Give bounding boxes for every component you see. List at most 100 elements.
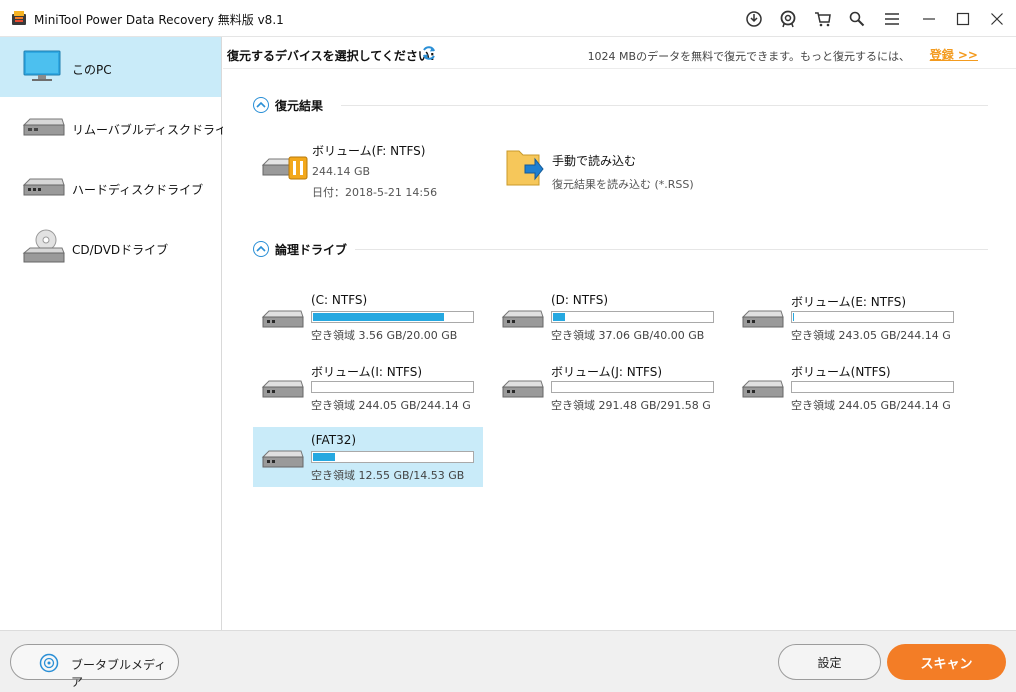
drive-usage-bar <box>311 381 474 393</box>
logical-drive-tile[interactable]: ボリューム(E: NTFS) 空き領域 243.05 GB/244.14 G <box>733 287 963 347</box>
drive-name: ボリューム(I: NTFS) <box>311 365 423 379</box>
drive-usage-bar <box>311 451 474 463</box>
drive-name: ボリューム(J: NTFS) <box>551 365 663 379</box>
logical-drive-tile[interactable]: ボリューム(J: NTFS) 空き領域 291.48 GB/291.58 G <box>493 357 723 417</box>
app-logo-icon <box>12 11 26 25</box>
update-icon <box>746 11 762 27</box>
minimize-button[interactable] <box>918 8 940 30</box>
logical-drive-tile[interactable]: (FAT32) 空き領域 12.55 GB/14.53 GB <box>253 427 483 487</box>
select-device-label: 復元するデバイスを選択してください: <box>227 49 435 63</box>
scan-button[interactable]: スキャン <box>887 644 1006 680</box>
bootable-media-label: ブータブルメディア <box>71 658 167 689</box>
manual-load-item[interactable]: 手動で読み込む 復元結果を読み込む (*.RSS) <box>503 141 733 205</box>
search-icon <box>849 11 865 27</box>
help-icon <box>780 10 796 28</box>
manual-load-desc: 復元結果を読み込む (*.RSS) <box>552 178 694 191</box>
section-title: 論理ドライブ <box>275 242 348 257</box>
drive-free-space: 空き領域 37.06 GB/40.00 GB <box>551 329 705 342</box>
drive-usage-bar <box>551 381 714 393</box>
logical-drive-tile[interactable]: ボリューム(NTFS) 空き領域 244.05 GB/244.14 G <box>733 357 963 417</box>
drive-name: (C: NTFS) <box>311 293 368 307</box>
manual-load-title: 手動で読み込む <box>552 154 637 168</box>
section-divider <box>341 105 988 106</box>
bottom-bar: ブータブルメディア 設定 スキャン <box>0 630 1016 692</box>
drive-name: ボリューム(NTFS) <box>791 365 891 379</box>
hard-disk-icon <box>741 380 784 398</box>
drive-free-space: 空き領域 243.05 GB/244.14 G <box>791 329 951 342</box>
window-title: MiniTool Power Data Recovery 無料版 v8.1 <box>34 13 284 27</box>
main-panel: 復元するデバイスを選択してください: 1024 MBのデータを無料で復元できます… <box>223 37 1016 630</box>
drive-usage-bar <box>551 311 714 323</box>
bootable-media-button[interactable]: ブータブルメディア <box>10 644 179 689</box>
minimize-icon <box>923 18 935 20</box>
pc-monitor-icon <box>23 50 61 81</box>
sidebar-item-label: ハードディスクドライブ <box>72 183 204 197</box>
maximize-button[interactable] <box>952 8 974 30</box>
cd-dvd-drive-icon <box>22 229 65 263</box>
menu-button[interactable] <box>881 8 903 30</box>
recovery-result-item[interactable]: ボリューム(F: NTFS) 244.14 GB 日付：2018-5-21 14… <box>253 133 473 199</box>
drive-name: (D: NTFS) <box>551 293 609 307</box>
disc-icon <box>39 653 59 673</box>
close-button[interactable] <box>986 8 1008 30</box>
close-icon <box>991 13 1003 25</box>
drive-free-space: 空き領域 244.05 GB/244.14 G <box>791 399 951 412</box>
drive-name: (FAT32) <box>311 433 357 447</box>
refresh-icon[interactable] <box>421 45 437 61</box>
sidebar-item-removable[interactable]: リムーバブルディスクドライブ <box>0 97 239 157</box>
drive-usage-fill <box>313 313 444 321</box>
result-name: ボリューム(F: NTFS) <box>312 144 426 158</box>
collapse-logical-drives-icon[interactable] <box>253 241 269 257</box>
result-date: 日付：2018-5-21 14:56 <box>312 186 438 199</box>
drive-usage-fill <box>793 313 794 321</box>
cart-button[interactable] <box>812 8 834 30</box>
promo-text: 1024 MBのデータを無料で復元できます。もっと復元するには、 <box>587 50 910 63</box>
sidebar-item-this-pc[interactable]: このPC <box>0 37 221 97</box>
drive-usage-bar <box>791 381 954 393</box>
drive-free-space: 空き領域 244.05 GB/244.14 G <box>311 399 471 412</box>
maximize-icon <box>956 12 970 26</box>
hard-disk-icon <box>22 178 65 196</box>
menu-icon <box>885 13 899 25</box>
drive-name: ボリューム(E: NTFS) <box>791 295 907 309</box>
result-size: 244.14 GB <box>312 165 371 178</box>
drive-usage-bar <box>791 311 954 323</box>
cart-icon <box>815 12 831 27</box>
hard-disk-icon <box>261 310 304 328</box>
search-button[interactable] <box>846 8 868 30</box>
hard-disk-icon <box>261 450 304 468</box>
title-bar: MiniTool Power Data Recovery 無料版 v8.1 <box>0 0 1016 37</box>
sidebar-item-label: このPC <box>72 63 112 77</box>
help-button[interactable] <box>777 8 799 30</box>
logical-drive-tile[interactable]: (C: NTFS) 空き領域 3.56 GB/20.00 GB <box>253 287 483 347</box>
register-link[interactable]: 登録 >> <box>930 46 978 63</box>
drive-free-space: 空き領域 291.48 GB/291.58 G <box>551 399 711 412</box>
hard-disk-icon <box>501 380 544 398</box>
recovery-results-header: 復元結果 <box>253 95 323 115</box>
drive-usage-fill <box>553 313 565 321</box>
folder-load-icon <box>506 150 544 186</box>
collapse-recovery-results-icon[interactable] <box>253 97 269 113</box>
sidebar-item-label: CD/DVDドライブ <box>72 243 169 257</box>
update-button[interactable] <box>743 8 765 30</box>
hard-disk-icon <box>261 380 304 398</box>
device-select-header: 復元するデバイスを選択してください: 1024 MBのデータを無料で復元できます… <box>223 37 1016 69</box>
drive-with-pause-icon <box>261 156 308 180</box>
hard-disk-icon <box>741 310 784 328</box>
drive-free-space: 空き領域 3.56 GB/20.00 GB <box>311 329 458 342</box>
drive-usage-bar <box>311 311 474 323</box>
sidebar-item-cd-dvd[interactable]: CD/DVDドライブ <box>0 217 221 277</box>
drive-usage-fill <box>313 453 335 461</box>
settings-button[interactable]: 設定 <box>778 644 881 680</box>
sidebar-item-label: リムーバブルディスクドライブ <box>72 123 240 137</box>
section-divider <box>355 249 988 250</box>
logical-drive-tile[interactable]: ボリューム(I: NTFS) 空き領域 244.05 GB/244.14 G <box>253 357 483 417</box>
sidebar-item-hard-disk[interactable]: ハードディスクドライブ <box>0 157 221 217</box>
removable-drive-icon <box>22 118 65 136</box>
logical-drive-tile[interactable]: (D: NTFS) 空き領域 37.06 GB/40.00 GB <box>493 287 723 347</box>
hard-disk-icon <box>501 310 544 328</box>
drive-free-space: 空き領域 12.55 GB/14.53 GB <box>311 469 465 482</box>
device-sidebar: このPC リムーバブルディスクドライブ ハードディスクドライブ CD/DVDドラ… <box>0 37 239 630</box>
section-title: 復元結果 <box>275 98 324 113</box>
logical-drives-header: 論理ドライブ <box>253 239 347 259</box>
